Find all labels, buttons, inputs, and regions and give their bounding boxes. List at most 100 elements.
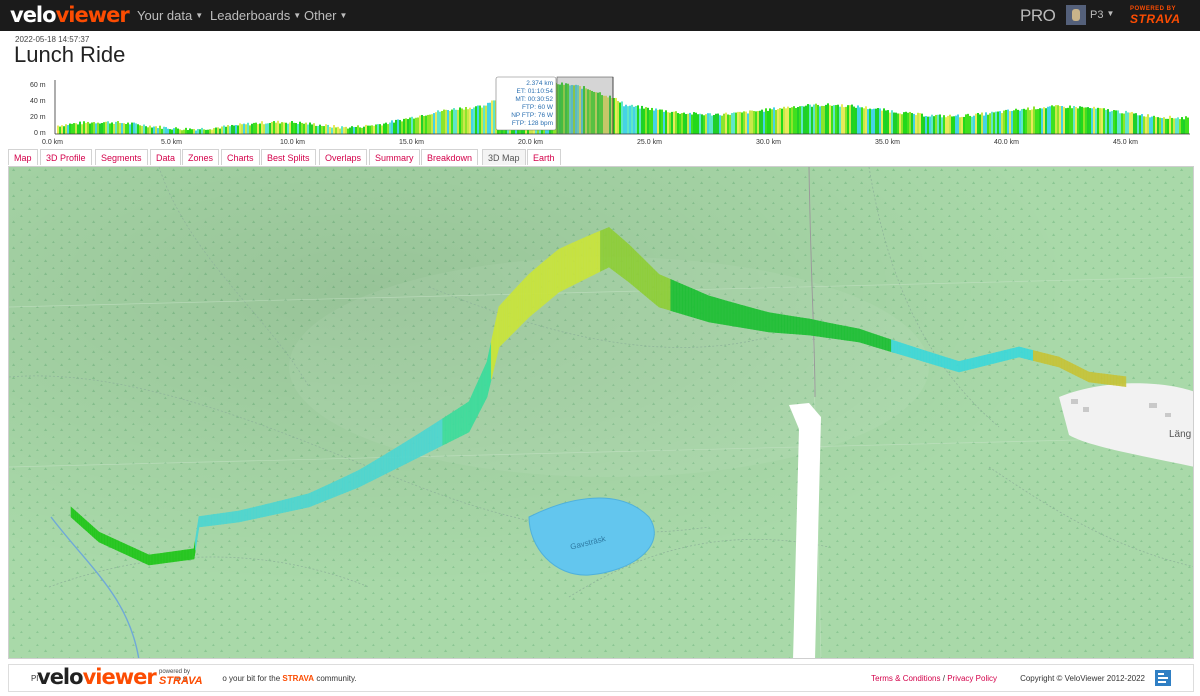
elevation-bar (755, 111, 757, 134)
elevation-bar (905, 111, 907, 134)
route-segment (621, 237, 625, 279)
route-segment (756, 309, 761, 331)
route-segment (333, 480, 338, 498)
chevron-down-icon: ▼ (293, 11, 302, 20)
route-segment (811, 319, 816, 337)
top-navbar: veloviewer Your data ▼ Leaderboards ▼ Othe… (0, 0, 1200, 31)
elevation-bar (63, 126, 65, 134)
tab-breakdown[interactable]: Breakdown (421, 149, 479, 165)
svg-text:FTP: 60 W: FTP: 60 W (522, 104, 554, 111)
route-segment (226, 511, 231, 524)
elevation-bar (1001, 113, 1003, 134)
tab-overlaps[interactable]: Overlaps (319, 149, 368, 165)
user-menu[interactable]: P3 ▼ (1090, 9, 1114, 21)
veloviewer-logo[interactable]: veloviewer (10, 3, 130, 27)
route-segment (616, 233, 620, 276)
route-segment (705, 294, 710, 323)
route-segment (299, 494, 304, 510)
route-segment (190, 548, 195, 560)
tab-map[interactable]: Map (8, 149, 38, 165)
elevation-bar (1091, 108, 1093, 134)
elevation-bar (1171, 117, 1173, 134)
elevation-bar (343, 127, 345, 134)
route-segment (253, 506, 257, 520)
route-segment (1088, 371, 1093, 383)
map-canvas[interactable]: Läng Gavsträsk (9, 167, 1194, 659)
elevation-bar (419, 115, 421, 134)
route-segment (450, 411, 454, 442)
route-segment (747, 306, 752, 330)
elevation-bar (699, 113, 701, 134)
chevron-down-icon: ▼ (1106, 9, 1115, 18)
tab-zones[interactable]: Zones (182, 149, 220, 165)
elevation-bar (625, 104, 627, 134)
route-segment (992, 352, 997, 364)
route-segment (658, 273, 663, 309)
tab-data[interactable]: Data (150, 149, 182, 165)
elevation-bar (1015, 108, 1017, 134)
tab-summary[interactable]: Summary (369, 149, 420, 165)
route-segment (852, 327, 857, 342)
elevation-profile[interactable]: 60 m 40 m 20 m 0 m 0.0 km 5.0 km 10.0 km… (0, 72, 1200, 148)
3d-map-view[interactable]: Läng Gavsträsk (8, 166, 1194, 659)
elevation-bar (393, 122, 395, 134)
privacy-link[interactable]: Privacy Policy (947, 674, 997, 683)
elevation-bar (941, 117, 943, 134)
elevation-bar (639, 108, 641, 134)
elevation-bar (711, 115, 713, 134)
elevation-bar (1049, 106, 1051, 134)
elevation-bar (83, 121, 85, 134)
menu-leaderboards[interactable]: Leaderboards ▼ (210, 8, 301, 23)
route-segment (391, 448, 395, 472)
terms-link[interactable]: Terms & Conditions (871, 674, 940, 683)
route-segment (399, 443, 403, 468)
powered-by-strava[interactable]: POWERED BY STRAVA (1130, 4, 1181, 25)
x-tick-label: 5.0 km (161, 139, 182, 146)
tab-3d-profile[interactable]: 3D Profile (40, 149, 92, 165)
footer-veloviewer-logo[interactable]: veloviewer (37, 665, 157, 689)
tab-3d-map[interactable]: 3D Map (482, 149, 526, 165)
elevation-bar (283, 122, 285, 134)
elevation-bar (655, 108, 657, 134)
route-segment (407, 438, 412, 463)
tab-segments[interactable]: Segments (95, 149, 148, 165)
route-segment (229, 511, 234, 524)
elevation-bar (969, 115, 971, 134)
elevation-bar (817, 104, 819, 134)
elevation-bar (1035, 109, 1037, 134)
elevation-bar (201, 127, 203, 134)
route-segment (535, 265, 539, 312)
elevation-bar (1179, 119, 1181, 134)
elevation-bar (659, 109, 661, 134)
elevation-bar (787, 106, 789, 134)
elevation-bar (265, 123, 267, 134)
route-segment (544, 258, 548, 305)
selection-highlight[interactable] (556, 76, 614, 135)
footer-powered-by-strava[interactable]: powered by STRAVA (159, 668, 203, 687)
menu-other[interactable]: Other ▼ (304, 8, 347, 23)
tab-earth[interactable]: Earth (527, 149, 561, 165)
elevation-bar (361, 127, 363, 134)
menu-your-data[interactable]: Your data ▼ (137, 8, 203, 23)
route-segment (1083, 368, 1087, 382)
route-segment (181, 549, 186, 561)
route-segment (708, 295, 713, 323)
elevation-bar (709, 113, 711, 134)
route-segment (502, 298, 506, 344)
tab-charts[interactable]: Charts (221, 149, 260, 165)
route-segment (1041, 352, 1046, 364)
route-segment (640, 255, 644, 295)
elevation-bar (321, 125, 323, 134)
avatar[interactable] (1066, 5, 1086, 25)
y-tick-label: 0 m (34, 130, 46, 137)
feedback-icon[interactable] (1155, 670, 1171, 686)
elevation-bar (397, 119, 399, 134)
elevation-bar (797, 107, 799, 134)
route-segment (463, 402, 467, 436)
route-segment (826, 322, 830, 339)
footer-strava-word: STRAVA (282, 674, 315, 683)
elevation-bar (1013, 110, 1015, 134)
elevation-bar (365, 124, 367, 134)
elevation-bar (391, 120, 393, 134)
tab-best-splits[interactable]: Best Splits (261, 149, 316, 165)
